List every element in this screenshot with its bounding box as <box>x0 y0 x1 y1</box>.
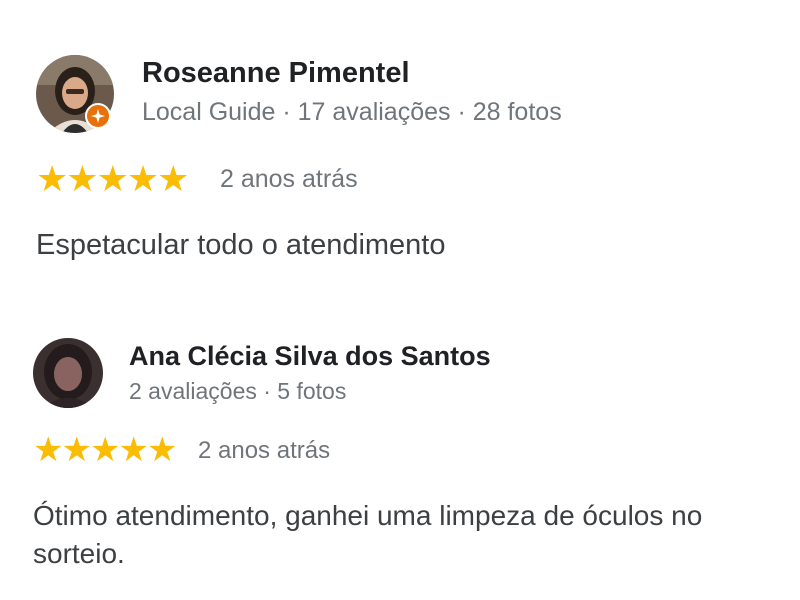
star-rating: ★ ★ ★ ★ ★ <box>36 158 190 199</box>
reviewer-name[interactable]: Roseanne Pimentel <box>142 57 410 90</box>
reviewer-meta[interactable]: 2 avaliações · 5 fotos <box>129 378 346 405</box>
local-guide-badge-icon <box>85 103 111 129</box>
star-icon: ★ <box>157 158 190 199</box>
star-icon: ★ <box>96 158 129 199</box>
reviewer-name[interactable]: Ana Clécia Silva dos Santos <box>129 341 491 372</box>
star-icon: ★ <box>118 431 149 469</box>
star-icon: ★ <box>126 158 160 199</box>
review-date: 2 anos atrás <box>198 437 331 464</box>
avatar[interactable] <box>33 338 103 408</box>
star-icon: ★ <box>36 158 69 199</box>
review-text: Espetacular todo o atendimento <box>36 229 446 261</box>
star-icon: ★ <box>146 431 178 469</box>
review-text: Ótimo atendimento, ganhei uma limpeza de… <box>33 500 703 569</box>
review-date: 2 anos atrás <box>220 165 358 193</box>
star-rating: ★ ★ ★ ★ ★ <box>33 431 178 469</box>
star-icon: ★ <box>66 158 99 199</box>
star-icon: ★ <box>61 431 92 469</box>
star-icon: ★ <box>33 431 64 469</box>
star-icon: ★ <box>89 431 121 469</box>
reviewer-meta[interactable]: Local Guide · 17 avaliações · 28 fotos <box>142 98 562 127</box>
